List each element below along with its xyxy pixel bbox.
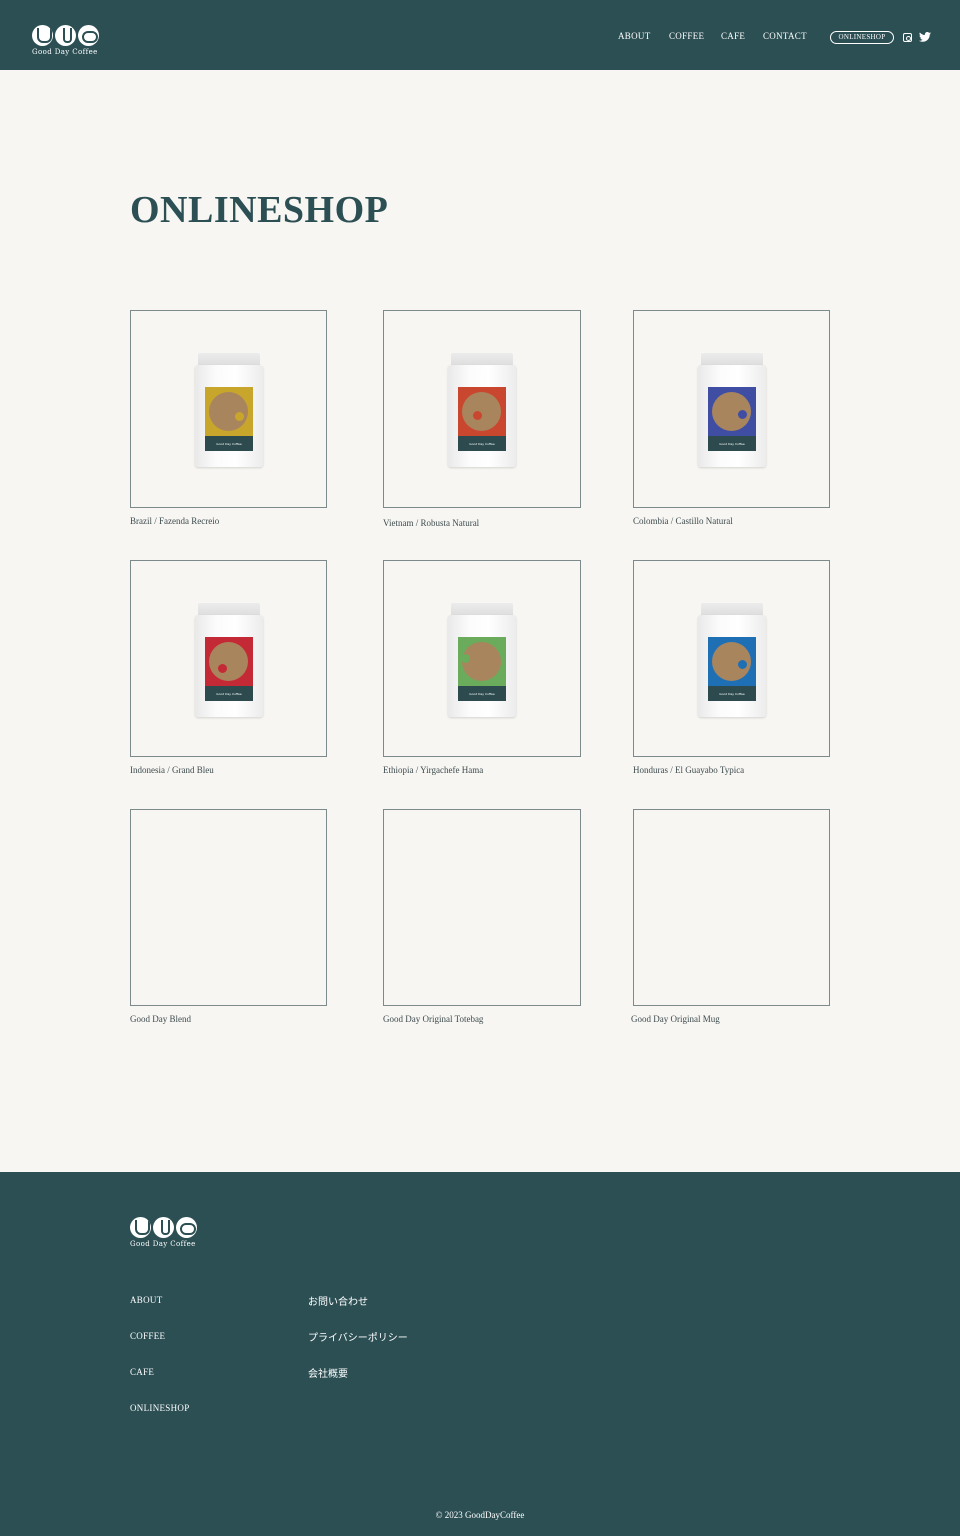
product-image[interactable] [633,809,830,1006]
footer-link-coffee[interactable]: COFFEE [130,1331,165,1341]
site-header: Good Day Coffee ABOUT COFFEE CAFE CONTAC… [0,0,960,70]
product-name[interactable]: Vietnam / Robusta Natural [383,518,479,528]
bag-label: Good Day Coffee [708,387,756,451]
product-image[interactable]: Good Day Coffee [130,310,327,508]
logo-text: Good Day Coffee [32,48,98,56]
product-name[interactable]: Indonesia / Grand Bleu [130,765,214,775]
twitter-icon[interactable] [919,32,931,42]
bag-label: Good Day Coffee [458,637,506,701]
bag-label: Good Day Coffee [205,387,253,451]
footer-link-company[interactable]: 会社概要 [308,1365,348,1380]
bag-label: Good Day Coffee [205,637,253,701]
nav-cafe[interactable]: CAFE [721,31,745,41]
onlineshop-button[interactable]: ONLINESHOP [830,31,894,44]
product-image[interactable] [383,809,581,1006]
coffee-bag-image: Good Day Coffee [698,603,766,717]
instagram-icon[interactable] [903,33,912,42]
footer-link-cafe[interactable]: CAFE [130,1367,154,1377]
coffee-bag-image: Good Day Coffee [448,603,516,717]
good-day-coffee-logo-icon [130,1217,197,1238]
product-name[interactable]: Brazil / Fazenda Recreio [130,516,219,526]
product-name[interactable]: Ethiopia / Yirgachefe Hama [383,765,483,775]
main-nav: ABOUT COFFEE CAFE CONTACT [0,31,960,45]
page-title: ONLINESHOP [130,189,389,231]
product-image[interactable]: Good Day Coffee [633,310,830,508]
copyright: © 2023 GoodDayCoffee [435,1510,525,1520]
footer-logo[interactable]: Good Day Coffee [130,1217,197,1248]
coffee-bag-image: Good Day Coffee [448,353,516,467]
product-name[interactable]: Good Day Blend [130,1014,191,1024]
product-name[interactable]: Good Day Original Mug [631,1014,720,1024]
coffee-bag-image: Good Day Coffee [195,603,263,717]
coffee-bag-image: Good Day Coffee [698,353,766,467]
product-name[interactable]: Good Day Original Totebag [383,1014,483,1024]
product-image[interactable]: Good Day Coffee [383,560,581,757]
nav-coffee[interactable]: COFFEE [669,31,704,41]
product-name[interactable]: Honduras / El Guayabo Typica [633,765,744,775]
logo-text: Good Day Coffee [130,1240,196,1248]
site-footer: Good Day Coffee ABOUT COFFEE CAFE ONLINE… [0,1172,960,1536]
coffee-bag-image: Good Day Coffee [195,353,263,467]
footer-link-onlineshop[interactable]: ONLINESHOP [130,1403,190,1413]
product-image[interactable] [130,809,327,1006]
bag-label: Good Day Coffee [708,637,756,701]
footer-link-about[interactable]: ABOUT [130,1295,163,1305]
product-image[interactable]: Good Day Coffee [633,560,830,757]
footer-link-privacy[interactable]: プライバシーポリシー [308,1329,408,1344]
bag-label: Good Day Coffee [458,387,506,451]
product-name[interactable]: Colombia / Castillo Natural [633,516,733,526]
nav-about[interactable]: ABOUT [618,31,651,41]
product-image[interactable]: Good Day Coffee [130,560,327,757]
product-image[interactable]: Good Day Coffee [383,310,581,508]
nav-contact[interactable]: CONTACT [763,31,807,41]
footer-link-contact[interactable]: お問い合わせ [308,1293,368,1308]
